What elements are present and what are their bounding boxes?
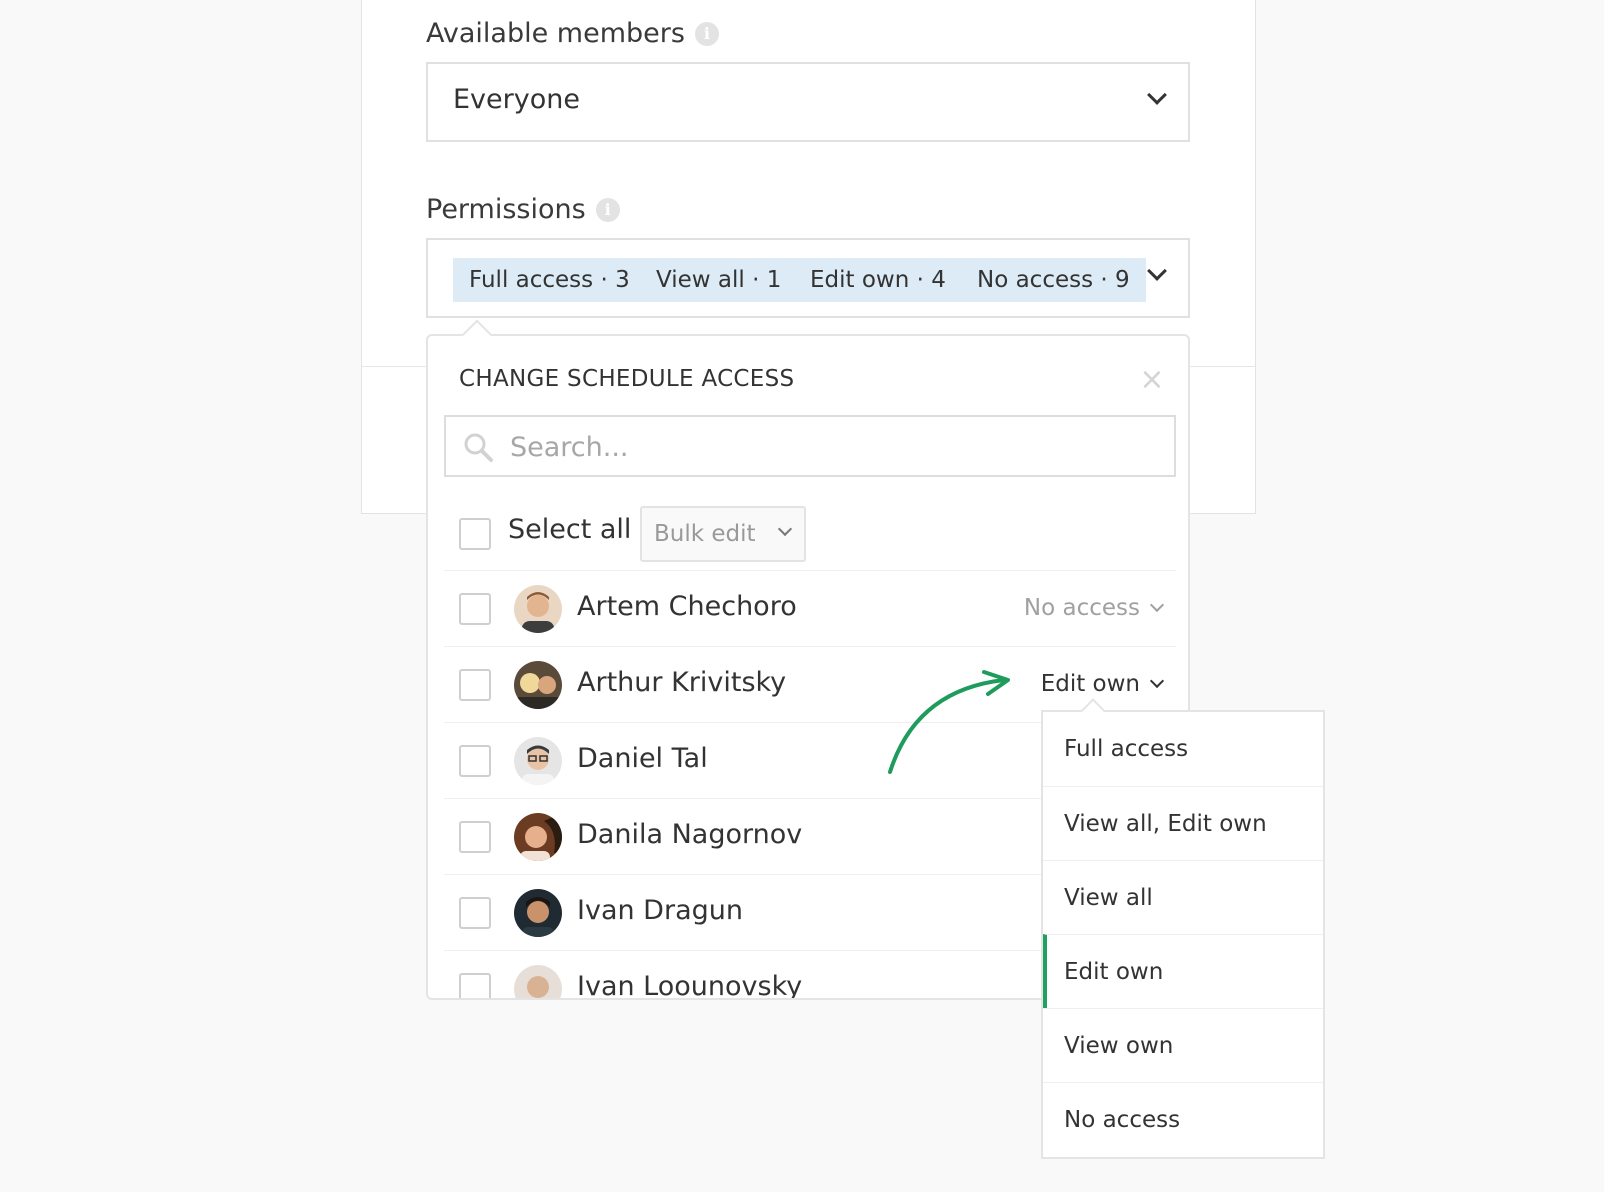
chevron-down-icon[interactable] [1147,261,1167,281]
member-row[interactable]: Artem Chechoro No access [444,570,1176,646]
menu-item-view-all[interactable]: View all [1043,860,1323,934]
member-name: Daniel Tal [577,743,708,774]
close-icon[interactable]: × [1138,365,1166,395]
search-icon [464,433,493,462]
row-checkbox[interactable] [459,973,491,998]
permission-chip-view-all[interactable]: View all · 1 [640,258,798,302]
avatar [514,965,562,998]
info-icon[interactable]: i [694,21,719,46]
avatar [514,813,562,861]
info-icon[interactable]: i [595,197,620,222]
avatar [514,889,562,937]
popover-title: CHANGE SCHEDULE ACCESS [459,366,795,392]
menu-item-view-own[interactable]: View own [1043,1008,1323,1082]
avatar [514,737,562,785]
menu-item-no-access[interactable]: No access [1043,1082,1323,1156]
chevron-down-icon [777,521,793,537]
bulk-edit-select[interactable]: Bulk edit [640,506,806,562]
menu-item-full-access[interactable]: Full access [1043,712,1323,786]
permissions-label-text: Permissions [426,194,586,225]
curved-arrow-icon [888,670,1010,774]
search-input[interactable] [510,425,1150,469]
chevron-down-icon [1149,597,1165,613]
avatar [514,585,562,633]
member-name: Artem Chechoro [577,591,797,622]
permission-menu: Full access View all, Edit own View all … [1041,710,1325,1159]
permission-dropdown[interactable]: Edit own [1040,671,1165,697]
permission-chip-no-access[interactable]: No access · 9 [961,258,1146,302]
permissions-label: Permissions i [426,194,620,225]
member-name: Ivan Dragun [577,895,743,926]
row-checkbox[interactable] [459,593,491,625]
permission-dropdown[interactable]: No access [1023,595,1165,621]
permission-value: No access [1023,595,1140,621]
permission-chip-edit-own[interactable]: Edit own · 4 [794,258,962,302]
avatar [514,661,562,709]
search-box [444,415,1176,477]
member-name: Arthur Krivitsky [577,667,787,698]
permission-value: Edit own [1040,671,1140,697]
row-checkbox[interactable] [459,821,491,853]
permissions-select[interactable]: Full access · 3 View all · 1 Edit own · … [426,238,1190,318]
permission-chip-full-access[interactable]: Full access · 3 [453,258,646,302]
members-label-text: Available members [426,18,685,49]
member-name: Danila Nagornov [577,819,803,850]
chevron-down-icon [1147,85,1167,105]
chevron-down-icon [1149,673,1165,689]
menu-item-view-all-edit-own[interactable]: View all, Edit own [1043,786,1323,860]
row-checkbox[interactable] [459,897,491,929]
select-all-label[interactable]: Select all [508,514,631,545]
members-label: Available members i [426,18,719,49]
select-all-checkbox[interactable] [459,518,491,550]
members-select-value: Everyone [453,84,580,115]
row-checkbox[interactable] [459,745,491,777]
members-select[interactable]: Everyone [426,62,1190,142]
row-checkbox[interactable] [459,669,491,701]
menu-item-edit-own[interactable]: Edit own [1043,934,1323,1008]
member-name: Ivan Loounovsky [577,971,803,1000]
bulk-edit-label: Bulk edit [654,521,756,547]
